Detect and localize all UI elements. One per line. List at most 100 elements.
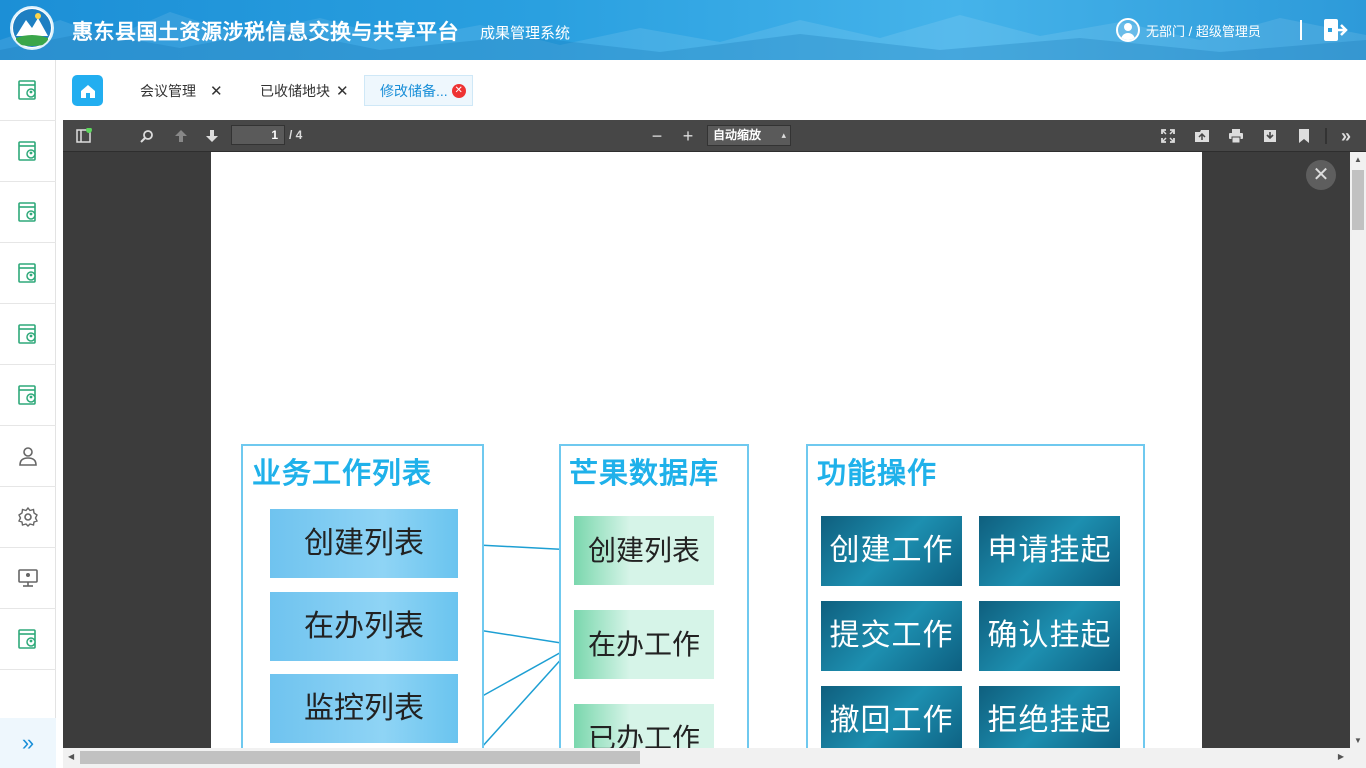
- logout-icon[interactable]: [1322, 17, 1348, 43]
- db-item-create-list: 创建列表: [574, 516, 714, 585]
- action-create-work: 创建工作: [821, 516, 962, 586]
- pdf-viewer[interactable]: 业务工作列表 创建列表 在办列表 监控列表 芒果数据库 创建列表 在办工作 已办…: [63, 152, 1366, 748]
- user-label: 无部门 / 超级管理员: [1146, 23, 1261, 39]
- work-list-create: 创建列表: [270, 509, 458, 578]
- users-icon: [19, 447, 37, 466]
- sidebar-item-settings[interactable]: [0, 487, 56, 548]
- page-number-input[interactable]: 1: [231, 125, 285, 145]
- close-icon[interactable]: ✕: [210, 82, 223, 100]
- presentation-mode-button[interactable]: [1159, 126, 1177, 146]
- arrow-down-icon: [206, 130, 218, 142]
- user-avatar-icon: [1116, 18, 1140, 42]
- sidebar-toggle-icon: [76, 128, 92, 143]
- document-user-icon: [18, 80, 36, 100]
- download-button[interactable]: [1261, 126, 1279, 146]
- download-icon: [1264, 130, 1276, 142]
- zoom-select[interactable]: 自动缩放 ▴▾: [707, 125, 791, 159]
- minus-icon: −: [651, 125, 663, 146]
- sidebar: »: [0, 60, 56, 768]
- find-button[interactable]: [138, 126, 156, 146]
- sidebar-item-6[interactable]: [0, 365, 56, 426]
- double-chevron-right-icon: »: [1340, 125, 1351, 146]
- app-subtitle: 成果管理系统: [480, 25, 571, 42]
- horizontal-scroll-thumb[interactable]: [80, 751, 640, 764]
- monitor-user-icon: [18, 569, 38, 587]
- next-page-button[interactable]: [202, 126, 222, 146]
- sidebar-item-4[interactable]: [0, 243, 56, 304]
- work-list-monitor: 监控列表: [270, 674, 458, 743]
- sidebar-item-users[interactable]: [0, 426, 56, 487]
- tab-label: 会议管理: [140, 82, 196, 99]
- scroll-up-icon[interactable]: ▲: [1354, 155, 1362, 164]
- double-chevron-right-icon: »: [21, 730, 35, 755]
- print-button[interactable]: [1227, 126, 1245, 146]
- tabs-bar: 会议管理 ✕ 已收储地块 ✕ 修改储备... ✕: [63, 63, 1366, 120]
- document-user-icon: [18, 263, 36, 283]
- close-icon[interactable]: ✕: [336, 82, 349, 100]
- tab-meeting-management[interactable]: 会议管理 ✕: [140, 75, 223, 106]
- action-reject-suspend: 拒绝挂起: [979, 686, 1120, 748]
- document-user-icon: [18, 141, 36, 161]
- arrow-up-icon: [175, 130, 187, 142]
- action-withdraw-work: 撤回工作: [821, 686, 962, 748]
- action-request-suspend: 申请挂起: [979, 516, 1120, 586]
- bookmark-button[interactable]: [1295, 126, 1313, 146]
- zoom-select-value: 自动缩放: [713, 128, 762, 142]
- search-icon: [140, 130, 153, 143]
- previous-page-button[interactable]: [171, 126, 191, 146]
- zoom-in-button[interactable]: +: [678, 126, 698, 146]
- document-user-icon: [18, 629, 36, 649]
- close-icon[interactable]: ✕: [451, 83, 466, 98]
- sidebar-item-3[interactable]: [0, 182, 56, 243]
- tab-label: 已收储地块: [260, 82, 330, 99]
- tab-label: 修改储备...: [380, 82, 448, 99]
- folder-open-icon: [1195, 130, 1209, 142]
- plus-icon: +: [682, 125, 694, 146]
- fullscreen-icon: [1161, 129, 1175, 143]
- page-total: / 4: [289, 128, 303, 142]
- sidebar-item-2[interactable]: [0, 121, 56, 182]
- sidebar-expand-button[interactable]: »: [0, 718, 56, 768]
- scroll-left-icon[interactable]: ◀: [68, 752, 74, 761]
- pdf-page: 业务工作列表 创建列表 在办列表 监控列表 芒果数据库 创建列表 在办工作 已办…: [211, 152, 1202, 748]
- close-viewer-button[interactable]: ✕: [1306, 160, 1336, 190]
- sidebar-item-5[interactable]: [0, 304, 56, 365]
- printer-icon: [1229, 129, 1243, 143]
- document-user-icon: [18, 324, 36, 344]
- function-operations-panel-title: 功能操作: [817, 458, 938, 490]
- gear-icon: [18, 506, 38, 527]
- sidebar-item-10[interactable]: [0, 609, 56, 670]
- db-item-completed: 已办工作: [574, 704, 714, 748]
- tab-edit-reserve[interactable]: 修改储备... ✕: [364, 75, 473, 106]
- user-menu[interactable]: 无部门 / 超级管理员: [1116, 18, 1261, 42]
- sidebar-item-1[interactable]: [0, 60, 56, 121]
- scroll-right-icon[interactable]: ▶: [1338, 752, 1344, 761]
- app-logo: [10, 6, 54, 50]
- home-button[interactable]: [72, 75, 103, 106]
- app-header: 惠东县国土资源涉税信息交换与共享平台 成果管理系统 无部门 / 超级管理员: [0, 0, 1366, 60]
- sidebar-toggle-button[interactable]: [75, 126, 93, 146]
- tab-stored-parcels[interactable]: 已收储地块 ✕: [260, 75, 349, 106]
- sidebar-item-monitor[interactable]: [0, 548, 56, 609]
- document-user-icon: [18, 202, 36, 222]
- pdf-toolbar: 1 / 4 − + 自动缩放 ▴▾ »: [63, 120, 1366, 159]
- work-list-in-progress: 在办列表: [270, 592, 458, 661]
- work-list-panel-title: 业务工作列表: [252, 458, 433, 490]
- home-icon: [80, 84, 95, 98]
- zoom-out-button[interactable]: −: [647, 126, 667, 146]
- action-submit-work: 提交工作: [821, 601, 962, 671]
- horizontal-scrollbar[interactable]: ◀ ▶: [63, 748, 1366, 768]
- action-confirm-suspend: 确认挂起: [979, 601, 1120, 671]
- vertical-scroll-thumb[interactable]: [1352, 170, 1364, 230]
- db-item-in-progress: 在办工作: [574, 610, 714, 679]
- document-user-icon: [18, 385, 36, 405]
- vertical-scrollbar[interactable]: ▲ ▼: [1350, 152, 1366, 748]
- header-divider: [1300, 20, 1302, 40]
- mango-database-panel-title: 芒果数据库: [569, 458, 720, 490]
- close-icon: ✕: [1312, 164, 1330, 186]
- bookmark-icon: [1299, 129, 1309, 143]
- tools-menu-button[interactable]: »: [1337, 126, 1355, 146]
- toolbar-divider: [1325, 128, 1327, 144]
- scroll-down-icon[interactable]: ▼: [1354, 736, 1362, 745]
- open-file-button[interactable]: [1193, 126, 1211, 146]
